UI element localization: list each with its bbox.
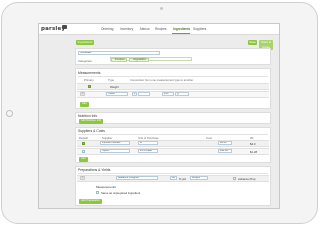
cost-input[interactable]: $4.50 (218, 141, 232, 145)
preparations-panel: Preparations & Yields × peeled & chopped… (75, 166, 271, 206)
advance-prep-checkbox[interactable] (233, 177, 236, 180)
brand-logo-icon (62, 25, 67, 29)
nav-item-recipes[interactable]: Recipes (155, 27, 167, 31)
yield-input[interactable]: 82 (170, 176, 177, 180)
cost-input[interactable]: $32.00 (218, 149, 232, 153)
add-measurement-button[interactable]: Add (80, 102, 89, 107)
app-screen: parsley Ordering Inventory Menus Recipes… (38, 23, 280, 209)
primary-radio[interactable] (88, 85, 91, 88)
weight-cost: $1.28 (250, 150, 257, 154)
advance-prep-label: Advance Prep (238, 177, 256, 181)
ingredient-name-input[interactable]: Tomatoes (78, 51, 160, 55)
nav-item-ingredients[interactable]: Ingredients (173, 27, 190, 31)
nav-item-inventory[interactable]: Inventory (120, 27, 133, 31)
nav-item-suppliers[interactable]: Suppliers (193, 27, 206, 31)
conversion-unit-select[interactable] (138, 92, 150, 96)
supplier-select[interactable]: Farmers Market (100, 141, 130, 145)
unit-select[interactable]: lb (138, 141, 158, 145)
nav-item-ordering[interactable]: Ordering (101, 27, 113, 31)
preparations-title: Preparations & Yields (78, 168, 111, 172)
weight-cost: $4.0 (250, 142, 256, 146)
default-supplier-radio[interactable] (82, 142, 85, 145)
top-nav-bar: parsley Ordering Inventory Menus Recipes… (39, 24, 279, 35)
save-button[interactable]: Save (248, 40, 257, 45)
suppliers-panel: Suppliers & Costs Default Supplier Unit … (75, 127, 271, 163)
conversion-to-unit-select[interactable]: g (175, 92, 189, 96)
nav-item-menus[interactable]: Menus (140, 27, 150, 31)
conversion-from-input[interactable]: 1 (132, 92, 137, 96)
preparation-name-input[interactable]: peeled & chopped (116, 176, 158, 180)
measurement-row (77, 83, 269, 90)
suppliers-title: Suppliers & Costs (78, 129, 105, 133)
add-supplier-button[interactable]: Add (79, 157, 88, 162)
divider (78, 76, 268, 77)
ingredients-back-button[interactable]: Ingredients (76, 40, 94, 45)
divider (78, 134, 268, 135)
col-conversion-header: Conversion from one measurement type to … (130, 78, 194, 82)
yield-unit: % yld (179, 177, 186, 181)
add-nutrition-button[interactable]: Add Nutrition Info (79, 119, 104, 124)
home-button[interactable] (6, 110, 13, 117)
yield-measure-select[interactable]: Weight (190, 176, 208, 180)
col-type-header: Type (108, 78, 115, 82)
measurements-title: Measurements (78, 71, 101, 75)
prep-measurements-title: Measurements (96, 185, 116, 189)
nutrition-title: Nutrition Info (78, 114, 98, 118)
ingredient-details-panel: Tomatoes Categories: Produce Vegetables (75, 48, 271, 65)
add-preparation-button[interactable]: Add Preparation (79, 199, 102, 204)
tablet-frame: parsley Ordering Inventory Menus Recipes… (1, 2, 318, 224)
same-as-unprepared-label: Same as unprepared ingredient (101, 191, 141, 195)
nutrition-panel: Nutrition Info Add Nutrition Info (75, 112, 271, 124)
measurement-type-select[interactable]: Count (106, 92, 128, 96)
divider (78, 173, 268, 174)
measurements-panel: Measurements Primary Type Conversion fro… (75, 68, 271, 109)
categories-label: Categories: (78, 59, 93, 63)
active-tab-indicator (172, 33, 190, 34)
unit-select[interactable]: 25 lb case (138, 149, 158, 153)
remove-preparation-button[interactable]: × (80, 176, 85, 180)
col-primary-header: Primary (84, 78, 94, 82)
supplier-select[interactable]: Sysco (100, 149, 130, 153)
conversion-qty-input[interactable]: 125 (162, 92, 174, 96)
category-tag[interactable]: Produce (111, 58, 127, 62)
default-supplier-radio[interactable] (82, 150, 85, 153)
camera-icon (160, 7, 163, 10)
measurement-type: Weight (110, 85, 119, 89)
category-tag[interactable]: Vegetables (129, 58, 149, 62)
same-as-unprepared-checkbox[interactable] (96, 191, 99, 194)
remove-row-button[interactable]: × (80, 92, 85, 96)
